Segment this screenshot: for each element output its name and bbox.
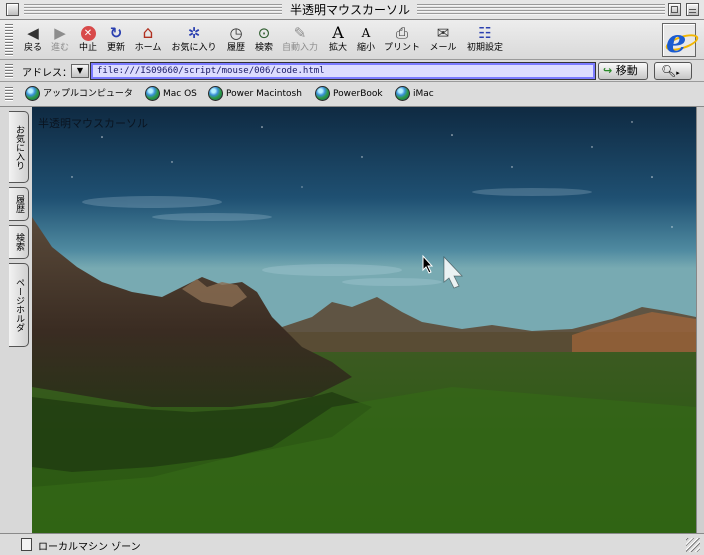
mail-button[interactable]: ✉ メール [427,24,459,58]
history-button[interactable]: ◷ 履歴 [222,24,250,58]
stop-icon: ✕ [80,26,96,41]
globe-icon [25,86,40,101]
refresh-button[interactable]: ↻ 更新 [103,24,129,58]
history-icon: ◷ [229,24,243,42]
status-bar: ローカルマシン ゾーン [0,533,704,555]
text-smaller-icon: A [361,26,371,40]
status-zone: ローカルマシン ゾーン [38,542,141,553]
chevron-right-icon: ▸ [676,69,680,77]
go-arrow-icon: ↪ [603,64,613,77]
favorite-imac[interactable]: iMac [395,86,434,103]
favorites-button[interactable]: ✲ お気に入り [170,24,218,58]
back-arrow-icon: ◀ [27,24,39,42]
favorite-macos[interactable]: Mac OS [145,86,197,103]
page-content[interactable]: 半透明マウスカーソル [32,107,696,533]
chevron-down-icon: ▼ [76,66,84,75]
stop-button[interactable]: ✕ 中止 [75,24,101,58]
title-bar[interactable]: 半透明マウスカーソル [0,0,704,20]
magnifier-icon: 🔍︎ [661,64,677,78]
landscape-image [32,107,696,533]
address-label: アドレス： [22,68,72,79]
autofill-button[interactable]: ✎ 自動入力 [279,24,321,58]
search-button[interactable]: ⊙ 検索 [251,24,277,58]
go-label: 移動 [615,64,638,77]
text-larger-button[interactable]: A 拡大 [326,24,350,58]
close-box[interactable] [6,3,19,16]
tab-history[interactable]: 履歴 [9,187,29,221]
favorite-apple[interactable]: アップルコンピュータ [25,86,133,103]
go-button[interactable]: ↪ 移動 [598,62,648,80]
collapse-box[interactable] [686,3,699,16]
ie-logo-icon: e [662,22,696,60]
address-dropdown[interactable]: ▼ [71,64,89,78]
autofill-icon: ✎ [293,24,307,42]
zoom-box[interactable] [668,3,681,16]
favorites-icon: ✲ [187,24,201,42]
page-heading: 半透明マウスカーソル [38,117,148,130]
home-button[interactable]: ⌂ ホーム [132,24,164,58]
refresh-icon: ↻ [109,24,123,42]
back-button[interactable]: ◀ 戻る [20,24,46,58]
resize-grip[interactable] [686,538,700,552]
globe-icon [145,86,160,101]
window-title: 半透明マウスカーソル [289,3,410,17]
address-grip[interactable] [5,64,13,78]
address-bar: アドレス： ▼ file:///IS09660/script/mouse/006… [0,60,704,82]
favorites-grip[interactable] [5,87,13,102]
print-button[interactable]: ⎙ プリント [382,24,422,58]
right-border [696,107,704,533]
address-input[interactable]: file:///IS09660/script/mouse/006/code.ht… [90,62,596,80]
globe-icon [208,86,223,101]
favorite-power-macintosh[interactable]: Power Macintosh [208,86,302,103]
home-icon: ⌂ [142,23,154,43]
mail-icon: ✉ [436,24,450,42]
forward-button[interactable]: ▶ 進む [47,24,73,58]
preferences-icon: ☷ [478,24,492,42]
address-search-button[interactable]: 🔍︎▸ [654,62,692,80]
search-icon: ⊙ [257,24,271,42]
tab-favorites[interactable]: お気に入り [9,111,29,183]
globe-icon [395,86,410,101]
favorites-bar: アップルコンピュータ Mac OS Power Macintosh PowerB… [0,82,704,107]
toolbar-grip[interactable] [5,24,13,56]
title-stripes-right [417,4,665,16]
explorer-bar-tabs: お気に入り 履歴 検索 ページホルダ [0,107,32,533]
text-smaller-button[interactable]: A 縮小 [354,24,378,58]
forward-arrow-icon: ▶ [54,24,66,42]
title-stripes-left [24,4,282,16]
text-larger-icon: A [332,23,344,42]
favorite-powerbook[interactable]: PowerBook [315,86,383,103]
tab-search[interactable]: 検索 [9,225,29,259]
globe-icon [315,86,330,101]
document-icon [21,538,32,551]
print-icon: ⎙ [395,24,408,42]
preferences-button[interactable]: ☷ 初期設定 [465,24,505,58]
toolbar: ◀ 戻る ▶ 進む ✕ 中止 ↻ 更新 ⌂ ホーム ✲ お気に入り ◷ 履歴 ⊙… [0,20,704,60]
tab-page-holder[interactable]: ページホルダ [9,263,29,347]
